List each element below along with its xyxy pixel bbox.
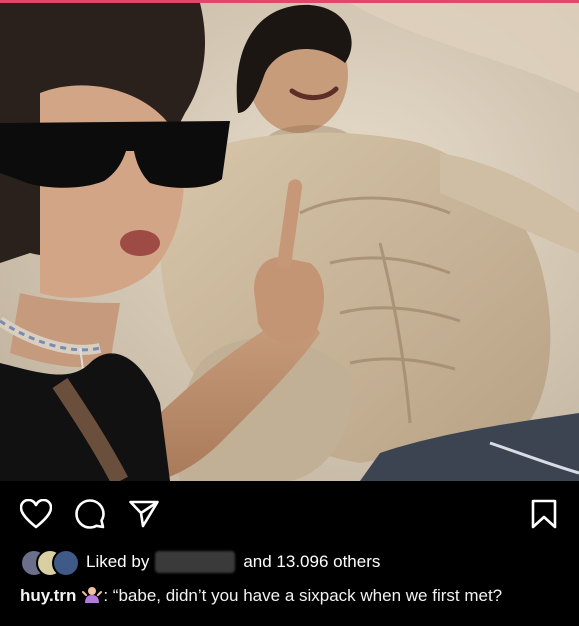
post-caption: huy.trn : “babe, didn’t you have a sixpa… — [20, 584, 560, 607]
beach-photo-illustration — [0, 3, 579, 481]
redacted-username — [155, 551, 236, 573]
post-photo[interactable] — [0, 3, 579, 481]
liked-by-count: and 13.096 others — [243, 552, 381, 571]
caption-username[interactable]: huy.trn — [20, 586, 76, 605]
comment-icon[interactable] — [70, 490, 110, 538]
post-action-bar — [0, 490, 579, 538]
liked-by-label: Liked by — [86, 552, 150, 571]
person-shrugging-emoji-icon — [82, 587, 103, 603]
likes-summary[interactable]: Liked by and 13.096 others — [20, 546, 380, 578]
heart-icon[interactable] — [16, 490, 56, 538]
bookmark-icon[interactable] — [524, 490, 564, 538]
avatar — [52, 549, 80, 577]
liker-avatars — [20, 549, 84, 577]
send-icon[interactable] — [124, 490, 164, 538]
caption-text: : “babe, didn’t you have a sixpack when … — [103, 586, 503, 605]
